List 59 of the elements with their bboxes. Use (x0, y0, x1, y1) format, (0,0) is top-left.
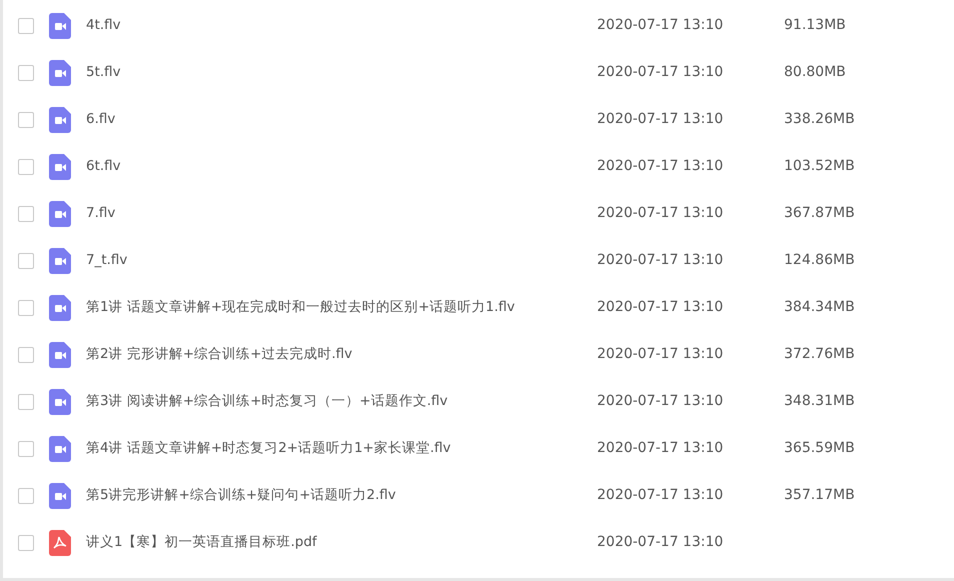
video-file-icon (49, 154, 71, 180)
video-file-icon (49, 12, 71, 38)
modified-date: 2020-07-17 13:10 (597, 111, 724, 127)
file-name[interactable]: 第3讲 阅读讲解+综合训练+时态复习（一）+话题作文.flv (86, 393, 448, 410)
checkbox[interactable] (18, 64, 34, 80)
file-name[interactable]: 讲义1【寒】初一英语直播目标班.pdf (86, 534, 317, 550)
modified-date: 2020-07-17 13:10 (597, 205, 724, 221)
file-size: 91.13MB (784, 16, 846, 35)
checkbox[interactable] (18, 346, 34, 362)
file-name[interactable]: 第4讲 话题文章讲解+时态复习2+话题听力1+家长课堂.flv (86, 440, 451, 456)
file-size: 124.86MB (784, 251, 855, 270)
file-name[interactable]: 6.flv (86, 111, 116, 128)
modified-date: 2020-07-17 13:10 (597, 158, 724, 174)
video-file-icon (49, 482, 71, 508)
file-size: 384.34MB (784, 298, 855, 317)
file-name[interactable]: 6t.flv (86, 158, 121, 174)
checkbox[interactable] (18, 394, 34, 410)
modified-date: 2020-07-17 13:10 (597, 17, 724, 33)
modified-date: 2020-07-17 13:10 (597, 487, 724, 503)
video-file-icon (49, 388, 71, 414)
file-size: 372.76MB (784, 345, 855, 364)
modified-date: 2020-07-17 13:10 (597, 64, 724, 80)
modified-date: 2020-07-17 13:10 (597, 534, 724, 550)
checkbox[interactable] (18, 158, 34, 174)
video-file-icon (49, 436, 71, 462)
modified-date: 2020-07-17 13:10 (597, 299, 724, 315)
checkbox[interactable] (18, 440, 34, 456)
video-file-icon (49, 342, 71, 368)
file-name[interactable]: 第1讲 话题文章讲解+现在完成时和一般过去时的区别+话题听力1.flv (86, 299, 515, 316)
file-size: 338.26MB (784, 110, 855, 129)
modified-date: 2020-07-17 13:10 (597, 393, 724, 409)
checkbox[interactable] (18, 206, 34, 222)
checkbox[interactable] (18, 18, 34, 34)
file-name[interactable]: 7.flv (86, 205, 116, 222)
modified-date: 2020-07-17 13:10 (597, 252, 724, 268)
checkbox[interactable] (18, 252, 34, 268)
modified-date: 2020-07-17 13:10 (597, 346, 724, 362)
file-name[interactable]: 7_t.flv (86, 252, 128, 268)
checkbox[interactable] (18, 112, 34, 128)
file-size: 365.59MB (784, 439, 855, 458)
checkbox[interactable] (18, 300, 34, 316)
modified-date: 2020-07-17 13:10 (597, 440, 724, 456)
video-file-icon (49, 200, 71, 226)
video-file-icon (49, 106, 71, 132)
checkbox[interactable] (18, 488, 34, 504)
file-name[interactable]: 4t.flv (86, 17, 121, 34)
file-name[interactable]: 第2讲 完形讲解+综合训练+过去完成时.flv (86, 346, 352, 362)
pdf-file-icon (49, 530, 71, 556)
video-file-icon (49, 60, 71, 86)
file-size: 348.31MB (784, 392, 855, 411)
file-size: 103.52MB (784, 157, 855, 176)
video-file-icon (49, 294, 71, 320)
file-size: 367.87MB (784, 204, 855, 223)
file-size: 80.80MB (784, 63, 846, 82)
file-size: 357.17MB (784, 486, 855, 505)
file-name[interactable]: 5t.flv (86, 64, 121, 80)
video-file-icon (49, 248, 71, 274)
checkbox[interactable] (18, 534, 34, 550)
file-name[interactable]: 第5讲完形讲解+综合训练+疑问句+话题听力2.flv (86, 487, 396, 504)
